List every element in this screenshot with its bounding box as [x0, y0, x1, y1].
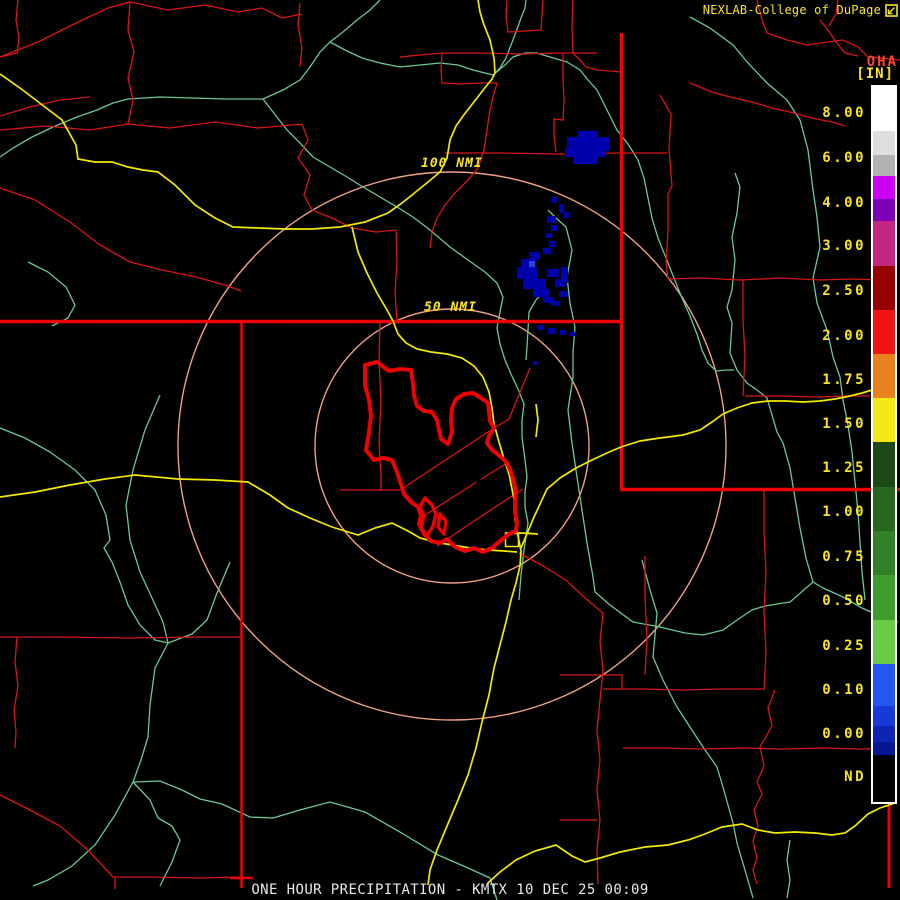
precipitation-echoes: [517, 131, 610, 365]
county-borders-layer: [0, 0, 900, 889]
legend-color-segment: [873, 131, 895, 155]
legend-color-segment: [873, 310, 895, 354]
legend-color-segment: [873, 176, 895, 199]
legend-color-segment: [873, 742, 895, 755]
legend-tick-label: 2.00: [822, 328, 866, 344]
external-link-icon[interactable]: [885, 3, 898, 17]
legend-color-segment: [873, 487, 895, 531]
legend-tick-label: 0.10: [822, 682, 866, 698]
legend-color-segment: [873, 726, 895, 742]
legend-tick-label: 4.00: [822, 195, 866, 211]
legend-color-segment: [873, 755, 895, 802]
range-rings: [177, 171, 727, 721]
range-ring-label-50nmi: 50 NMI: [424, 300, 477, 315]
radar-display: NEXLAB-College of DuPage OHA [IN] 100 NM…: [0, 0, 900, 900]
legend-tick-label: ND: [844, 769, 866, 785]
legend-tick-label: 1.00: [822, 504, 866, 520]
legend-color-segment: [873, 620, 895, 664]
radar-map: [0, 0, 900, 900]
legend-tick-label: 6.00: [822, 150, 866, 166]
legend-color-segment: [873, 664, 895, 706]
legend-color-segment: [873, 155, 895, 176]
legend-color-segment: [873, 354, 895, 398]
brand-link[interactable]: NEXLAB-College of DuPage: [703, 3, 881, 17]
legend-tick-label: 0.25: [822, 638, 866, 654]
legend-tick-label: 8.00: [822, 105, 866, 121]
legend-colorbar: [871, 85, 897, 804]
legend-tick-label: 0.75: [822, 549, 866, 565]
legend-tick-label: 1.25: [822, 460, 866, 476]
legend-color-segment: [873, 266, 895, 310]
legend-tick-label: 1.75: [822, 372, 866, 388]
legend-color-segment: [873, 221, 895, 266]
legend-tick-label: 0.50: [822, 593, 866, 609]
units-label: [IN]: [856, 66, 894, 82]
legend-color-segment: [873, 706, 895, 726]
legend-color-segment: [873, 87, 895, 131]
legend-tick-label: 1.50: [822, 416, 866, 432]
header: NEXLAB-College of DuPage: [703, 3, 898, 17]
legend-color-segment: [873, 199, 895, 221]
legend-color-segment: [873, 398, 895, 442]
legend-tick-label: 0.00: [822, 726, 866, 742]
legend-color-segment: [873, 442, 895, 487]
legend-color-segment: [873, 575, 895, 620]
legend-color-segment: [873, 531, 895, 575]
legend-tick-label: 2.50: [822, 283, 866, 299]
product-title: ONE HOUR PRECIPITATION - KMTX 10 DEC 25 …: [251, 882, 649, 898]
legend-tick-label: 3.00: [822, 238, 866, 254]
range-ring-label-100nmi: 100 NMI: [421, 156, 483, 171]
